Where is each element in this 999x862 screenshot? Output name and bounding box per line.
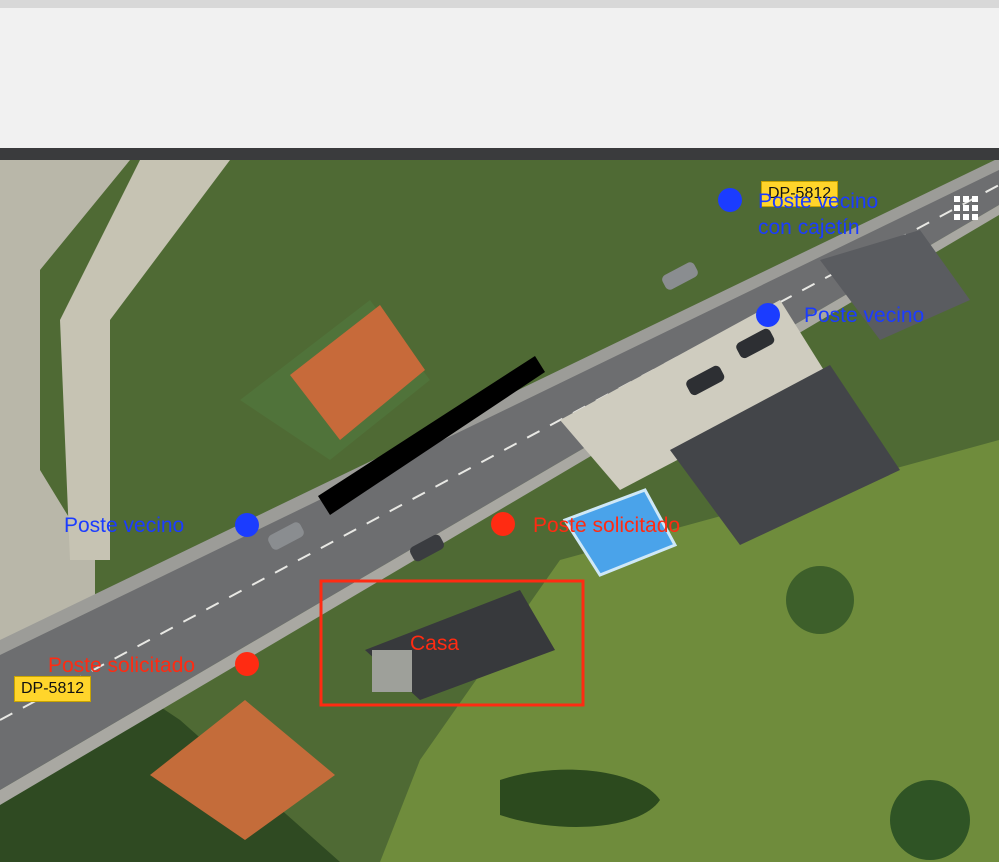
label-poste-solicitado-left: Poste solicitado bbox=[48, 654, 196, 677]
toolbar-divider bbox=[0, 148, 999, 160]
requested-pole-marker[interactable] bbox=[235, 652, 259, 676]
label-poste-vecino-right: Poste vecino bbox=[804, 304, 925, 327]
neighbor-pole-marker[interactable] bbox=[235, 513, 259, 537]
tree bbox=[786, 566, 854, 634]
map-canvas bbox=[0, 160, 999, 862]
tree bbox=[890, 780, 970, 860]
top-toolbar bbox=[0, 0, 999, 148]
requested-pole-marker[interactable] bbox=[491, 512, 515, 536]
shed bbox=[372, 650, 412, 692]
grid-icon[interactable] bbox=[954, 196, 978, 220]
label-casa: Casa bbox=[410, 632, 460, 655]
label-poste-vecino-cajetin: Poste vecino con cajetín bbox=[758, 190, 879, 239]
label-poste-solicitado-center: Poste solicitado bbox=[533, 514, 681, 537]
road-id-tag: DP-5812 bbox=[14, 676, 92, 702]
neighbor-pole-marker[interactable] bbox=[718, 188, 742, 212]
label-poste-vecino-left: Poste vecino bbox=[64, 514, 185, 537]
neighbor-pole-marker[interactable] bbox=[756, 303, 780, 327]
satellite-map[interactable] bbox=[0, 160, 999, 862]
